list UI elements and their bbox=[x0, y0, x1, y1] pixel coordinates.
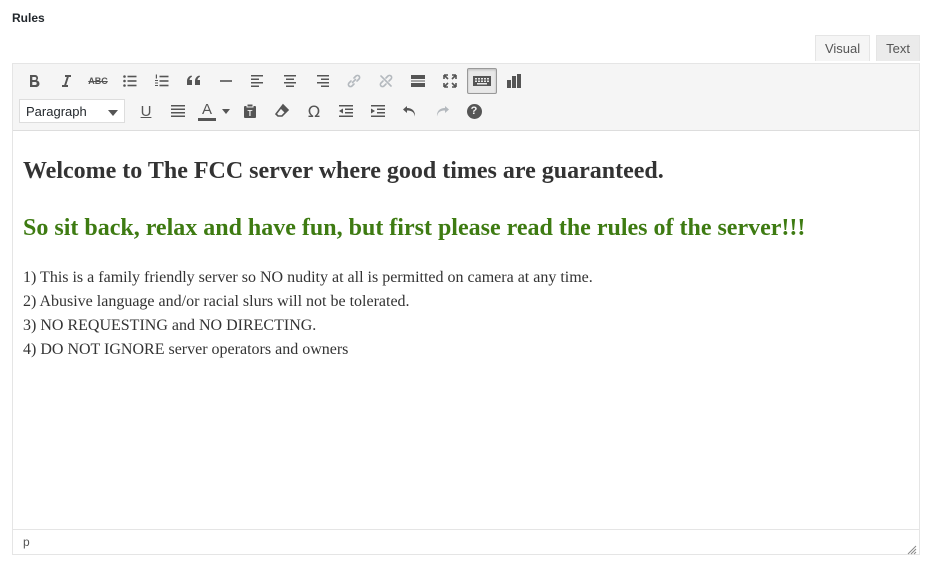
strikethrough-button[interactable]: ABC bbox=[83, 68, 113, 94]
align-center-icon bbox=[282, 73, 298, 89]
align-right-icon bbox=[314, 73, 330, 89]
eraser-icon bbox=[274, 103, 290, 119]
read-more-button[interactable] bbox=[403, 68, 433, 94]
outdent-icon bbox=[338, 103, 354, 119]
resize-handle-icon[interactable] bbox=[907, 542, 917, 555]
redo-icon bbox=[434, 103, 450, 119]
editor-content[interactable]: Welcome to The FCC server where good tim… bbox=[23, 144, 899, 362]
special-character-button[interactable]: Ω bbox=[299, 98, 329, 124]
chart-button[interactable] bbox=[499, 68, 529, 94]
numbered-list-button[interactable] bbox=[147, 68, 177, 94]
read-more-icon bbox=[410, 73, 426, 89]
help-icon: ? bbox=[466, 103, 482, 119]
link-button[interactable] bbox=[339, 68, 369, 94]
rule-item: 2) Abusive language and/or racial slurs … bbox=[23, 293, 410, 310]
omega-icon: Ω bbox=[307, 101, 321, 121]
unlink-button[interactable] bbox=[371, 68, 401, 94]
editor-toolbar: ABC Paragraph U A T Ω ? bbox=[13, 64, 919, 131]
rules-subheading: So sit back, relax and have fun, but fir… bbox=[23, 215, 806, 241]
rule-item: 1) This is a family friendly server so N… bbox=[23, 269, 593, 286]
italic-button[interactable] bbox=[51, 68, 81, 94]
editor-statusbar: p bbox=[13, 529, 919, 555]
bold-button[interactable] bbox=[19, 68, 49, 94]
align-left-icon bbox=[250, 73, 266, 89]
indent-icon bbox=[370, 103, 386, 119]
text-color-button[interactable]: A bbox=[195, 98, 233, 124]
svg-text:T: T bbox=[248, 109, 253, 118]
align-justify-icon bbox=[170, 103, 186, 119]
align-left-button[interactable] bbox=[243, 68, 273, 94]
outdent-button[interactable] bbox=[331, 98, 361, 124]
clipboard-icon: T bbox=[242, 103, 258, 119]
fullscreen-icon bbox=[442, 73, 458, 89]
toolbar-row-1: ABC bbox=[19, 67, 531, 95]
paste-as-text-button[interactable]: T bbox=[235, 98, 265, 124]
bullet-list-button[interactable] bbox=[115, 68, 145, 94]
justify-button[interactable] bbox=[163, 98, 193, 124]
fullscreen-button[interactable] bbox=[435, 68, 465, 94]
underline-button[interactable]: U bbox=[131, 98, 161, 124]
welcome-heading: Welcome to The FCC server where good tim… bbox=[23, 158, 664, 184]
toolbar-toggle-button[interactable] bbox=[467, 68, 497, 94]
numbered-list-icon bbox=[154, 73, 170, 89]
indent-button[interactable] bbox=[363, 98, 393, 124]
chevron-down-icon bbox=[108, 104, 118, 119]
link-icon bbox=[346, 73, 362, 89]
tab-visual[interactable]: Visual bbox=[814, 35, 871, 61]
text-color-letter: A bbox=[201, 100, 212, 118]
italic-icon bbox=[58, 73, 74, 89]
strikethrough-icon: ABC bbox=[88, 76, 108, 86]
rules-list: 1) This is a family friendly server so N… bbox=[23, 266, 899, 362]
element-path[interactable]: p bbox=[23, 535, 30, 549]
editor-tabs: Visual Text bbox=[814, 35, 920, 61]
blockquote-button[interactable] bbox=[179, 68, 209, 94]
chart-icon bbox=[506, 73, 522, 89]
toolbar-row-2: Paragraph U A T Ω ? bbox=[19, 97, 491, 125]
bold-icon bbox=[26, 73, 42, 89]
clear-formatting-button[interactable] bbox=[267, 98, 297, 124]
field-label: Rules bbox=[12, 11, 45, 25]
tab-text[interactable]: Text bbox=[876, 35, 920, 61]
align-right-button[interactable] bbox=[307, 68, 337, 94]
horizontal-line-icon bbox=[218, 73, 234, 89]
underline-icon: U bbox=[140, 102, 152, 120]
chevron-down-icon bbox=[222, 108, 230, 114]
format-select-value: Paragraph bbox=[26, 103, 87, 119]
horizontal-line-button[interactable] bbox=[211, 68, 241, 94]
rich-text-editor: ABC Paragraph U A T Ω ? Welcome to The F… bbox=[12, 63, 920, 555]
redo-button[interactable] bbox=[427, 98, 457, 124]
blockquote-icon bbox=[186, 73, 202, 89]
format-select[interactable]: Paragraph bbox=[19, 99, 125, 123]
unlink-icon bbox=[378, 73, 394, 89]
help-button[interactable]: ? bbox=[459, 98, 489, 124]
align-center-button[interactable] bbox=[275, 68, 305, 94]
keyboard-icon bbox=[472, 73, 492, 89]
bullet-list-icon bbox=[122, 73, 138, 89]
undo-icon bbox=[402, 103, 418, 119]
undo-button[interactable] bbox=[395, 98, 425, 124]
text-color-icon: A bbox=[198, 102, 216, 121]
rule-item: 3) NO REQUESTING and NO DIRECTING. bbox=[23, 317, 317, 334]
rule-item: 4) DO NOT IGNORE server operators and ow… bbox=[23, 341, 349, 358]
text-color-swatch bbox=[198, 117, 216, 121]
